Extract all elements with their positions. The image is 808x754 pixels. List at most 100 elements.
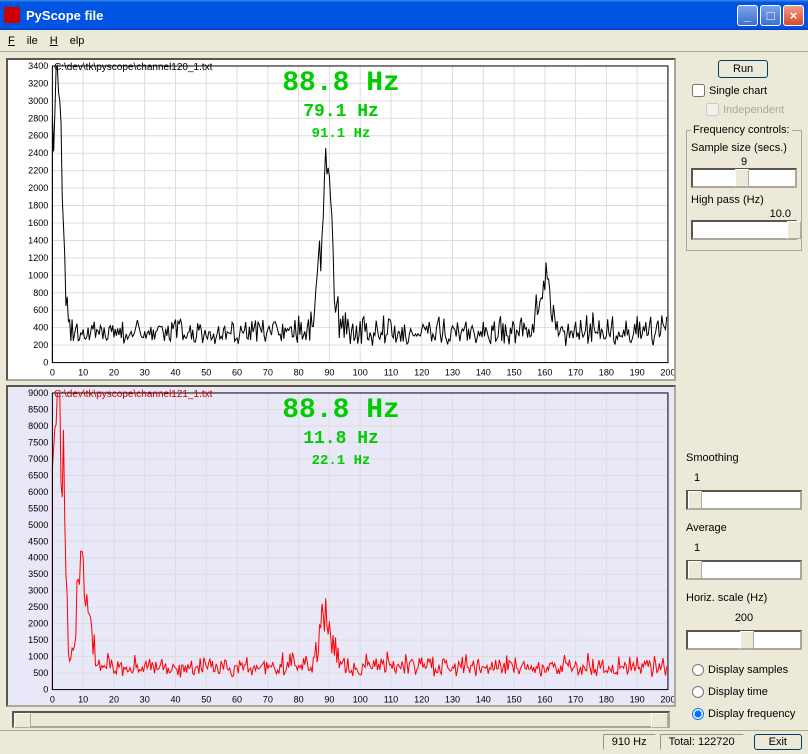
svg-text:1800: 1800 bbox=[28, 201, 48, 211]
svg-text:30: 30 bbox=[140, 694, 150, 704]
status-total: Total: 122720 bbox=[660, 734, 744, 750]
svg-text:2000: 2000 bbox=[28, 183, 48, 193]
display-time-radio[interactable]: Display time bbox=[692, 686, 802, 698]
svg-text:1200: 1200 bbox=[28, 253, 48, 263]
svg-text:110: 110 bbox=[384, 368, 398, 378]
svg-text:2800: 2800 bbox=[28, 113, 48, 123]
svg-text:1000: 1000 bbox=[28, 270, 48, 280]
svg-text:3200: 3200 bbox=[28, 78, 48, 88]
average-value: 1 bbox=[686, 542, 802, 554]
display-samples-radio[interactable]: Display samples bbox=[692, 664, 802, 676]
smoothing-value: 1 bbox=[686, 472, 802, 484]
svg-text:140: 140 bbox=[476, 368, 491, 378]
svg-text:4000: 4000 bbox=[28, 552, 48, 562]
svg-text:3400: 3400 bbox=[28, 61, 48, 71]
svg-text:400: 400 bbox=[33, 323, 48, 333]
svg-text:140: 140 bbox=[476, 694, 491, 704]
average-slider[interactable] bbox=[686, 560, 802, 580]
svg-text:10: 10 bbox=[78, 694, 88, 704]
high-pass-value: 10.0 bbox=[691, 208, 797, 220]
svg-text:0: 0 bbox=[43, 358, 48, 368]
smoothing-slider[interactable] bbox=[686, 490, 802, 510]
svg-text:50: 50 bbox=[201, 368, 211, 378]
svg-text:200: 200 bbox=[33, 340, 48, 350]
svg-text:10: 10 bbox=[78, 368, 88, 378]
svg-text:60: 60 bbox=[232, 368, 242, 378]
chart-top[interactable]: 0 200 400 600 800 1000 1200 1400 1600 1800 2000 220… bbox=[6, 58, 676, 381]
svg-text:3500: 3500 bbox=[28, 569, 48, 579]
svg-text:180: 180 bbox=[599, 368, 614, 378]
svg-text:800: 800 bbox=[33, 288, 48, 298]
freq-overlay-tertiary: 22.1 Hz bbox=[312, 453, 371, 469]
status-hz: 910 Hz bbox=[603, 734, 656, 750]
horizontal-scrollbar[interactable] bbox=[12, 711, 670, 728]
svg-text:120: 120 bbox=[414, 368, 429, 378]
sample-size-value: 9 bbox=[691, 156, 797, 168]
svg-text:5000: 5000 bbox=[28, 519, 48, 529]
chart-bottom[interactable]: 0500100015002000250030003500400045005000… bbox=[6, 385, 676, 708]
svg-text:170: 170 bbox=[568, 694, 583, 704]
svg-text:90: 90 bbox=[324, 368, 334, 378]
svg-text:70: 70 bbox=[263, 694, 273, 704]
svg-text:150: 150 bbox=[506, 368, 521, 378]
high-pass-slider[interactable] bbox=[691, 220, 797, 240]
menu-file[interactable]: File bbox=[8, 35, 38, 47]
svg-text:1600: 1600 bbox=[28, 218, 48, 228]
svg-text:3000: 3000 bbox=[28, 96, 48, 106]
svg-text:20: 20 bbox=[109, 368, 119, 378]
maximize-button[interactable]: □ bbox=[760, 5, 781, 26]
svg-text:9000: 9000 bbox=[28, 388, 48, 398]
svg-text:190: 190 bbox=[630, 368, 645, 378]
freq-overlay-secondary: 79.1 Hz bbox=[303, 102, 379, 122]
svg-text:100: 100 bbox=[353, 694, 368, 704]
svg-text:110: 110 bbox=[384, 694, 398, 704]
menu-bar: File Help bbox=[0, 30, 808, 52]
frequency-controls-group: Frequency controls: Sample size (secs.) … bbox=[686, 124, 802, 251]
chart-file-label: C:\dev\tk\pyscope\channel121_1.txt bbox=[54, 389, 212, 400]
svg-text:90: 90 bbox=[324, 694, 334, 704]
svg-text:6000: 6000 bbox=[28, 486, 48, 496]
freq-overlay-primary: 88.8 Hz bbox=[282, 68, 400, 99]
svg-text:60: 60 bbox=[232, 694, 242, 704]
display-frequency-radio[interactable]: Display frequency bbox=[692, 708, 802, 720]
svg-text:180: 180 bbox=[599, 694, 614, 704]
svg-text:4500: 4500 bbox=[28, 536, 48, 546]
svg-text:50: 50 bbox=[201, 694, 211, 704]
exit-button[interactable]: Exit bbox=[754, 734, 802, 750]
horiz-scale-label: Horiz. scale (Hz) bbox=[686, 592, 802, 604]
chart-column: 0200400600800100012001400160018002000220… bbox=[0, 52, 680, 730]
svg-text:600: 600 bbox=[33, 305, 48, 315]
svg-text:130: 130 bbox=[445, 368, 460, 378]
close-button[interactable]: × bbox=[783, 5, 804, 26]
chart-file-label: C:\dev\tk\pyscope\channel120_1.txt bbox=[54, 62, 212, 73]
app-icon bbox=[4, 7, 20, 23]
svg-text:5500: 5500 bbox=[28, 503, 48, 513]
freq-overlay-primary: 88.8 Hz bbox=[282, 395, 400, 426]
minimize-button[interactable]: _ bbox=[737, 5, 758, 26]
svg-text:100: 100 bbox=[353, 368, 368, 378]
svg-text:130: 130 bbox=[445, 694, 460, 704]
svg-text:2400: 2400 bbox=[28, 148, 48, 158]
svg-text:2200: 2200 bbox=[28, 166, 48, 176]
svg-text:30: 30 bbox=[140, 368, 150, 378]
svg-text:70: 70 bbox=[263, 368, 273, 378]
svg-text:200: 200 bbox=[660, 694, 674, 704]
svg-text:0: 0 bbox=[50, 694, 55, 704]
single-chart-checkbox[interactable]: Single chart bbox=[692, 84, 802, 97]
svg-text:2500: 2500 bbox=[28, 602, 48, 612]
svg-text:150: 150 bbox=[506, 694, 521, 704]
svg-text:1400: 1400 bbox=[28, 235, 48, 245]
horiz-scale-slider[interactable] bbox=[686, 630, 802, 650]
title-bar: PyScope file _ □ × bbox=[0, 0, 808, 30]
svg-text:120: 120 bbox=[414, 694, 429, 704]
freq-overlay-secondary: 11.8 Hz bbox=[303, 429, 379, 449]
high-pass-label: High pass (Hz) bbox=[691, 194, 797, 206]
svg-text:170: 170 bbox=[568, 368, 583, 378]
run-button[interactable]: Run bbox=[718, 60, 768, 78]
average-label: Average bbox=[686, 522, 802, 534]
status-bar: 910 Hz Total: 122720 Exit bbox=[0, 730, 808, 752]
svg-text:2600: 2600 bbox=[28, 131, 48, 141]
menu-help[interactable]: Help bbox=[50, 35, 85, 47]
svg-text:200: 200 bbox=[660, 368, 674, 378]
sample-size-slider[interactable] bbox=[691, 168, 797, 188]
